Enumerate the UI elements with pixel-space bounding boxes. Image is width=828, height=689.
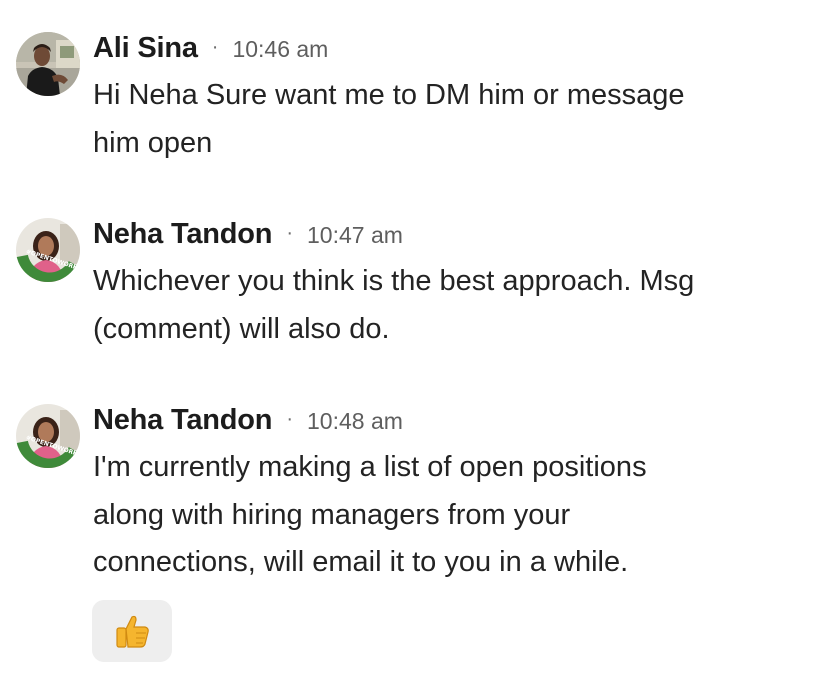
thumbs-up-icon	[116, 615, 149, 648]
sender-name[interactable]: Neha Tandon	[93, 218, 273, 251]
avatar-ali-sina[interactable]	[16, 32, 80, 96]
message-header: Ali Sina · 10:46 am	[93, 32, 328, 65]
message-line: Hi Neha Sure want me to DM him or messag…	[93, 79, 685, 111]
message-text: I'm currently making a list of open posi…	[93, 444, 793, 587]
timestamp: 10:46 am	[232, 36, 329, 62]
message-header: Neha Tandon · 10:48 am	[93, 404, 403, 437]
sender-name[interactable]: Neha Tandon	[93, 404, 273, 437]
message-line: (comment) will also do.	[93, 312, 390, 345]
avatar-neha-tandon[interactable]: #OPENTOWORK	[16, 404, 80, 468]
separator-dot: ·	[286, 222, 293, 244]
message-header: Neha Tandon · 10:47 am	[93, 218, 403, 251]
message-line: Whichever you think is the best approach…	[93, 265, 695, 297]
timestamp: 10:48 am	[307, 408, 403, 434]
message-line: I'm currently making a list of open posi…	[93, 451, 647, 483]
separator-dot: ·	[286, 408, 293, 430]
avatar-neha-tandon[interactable]: #OPENTOWORK	[16, 218, 80, 282]
separator-dot: ·	[211, 36, 219, 58]
message-line: connections, will email it to you in a w…	[93, 546, 629, 578]
message-text: Whichever you think is the best approach…	[93, 258, 793, 353]
reaction-button[interactable]	[92, 600, 172, 662]
message-line: him open	[93, 126, 213, 159]
sender-name[interactable]: Ali Sina	[93, 32, 198, 65]
message-text: Hi Neha Sure want me to DM him or messag…	[93, 72, 793, 167]
timestamp: 10:47 am	[307, 222, 403, 248]
message-line: along with hiring managers from your	[93, 498, 571, 531]
